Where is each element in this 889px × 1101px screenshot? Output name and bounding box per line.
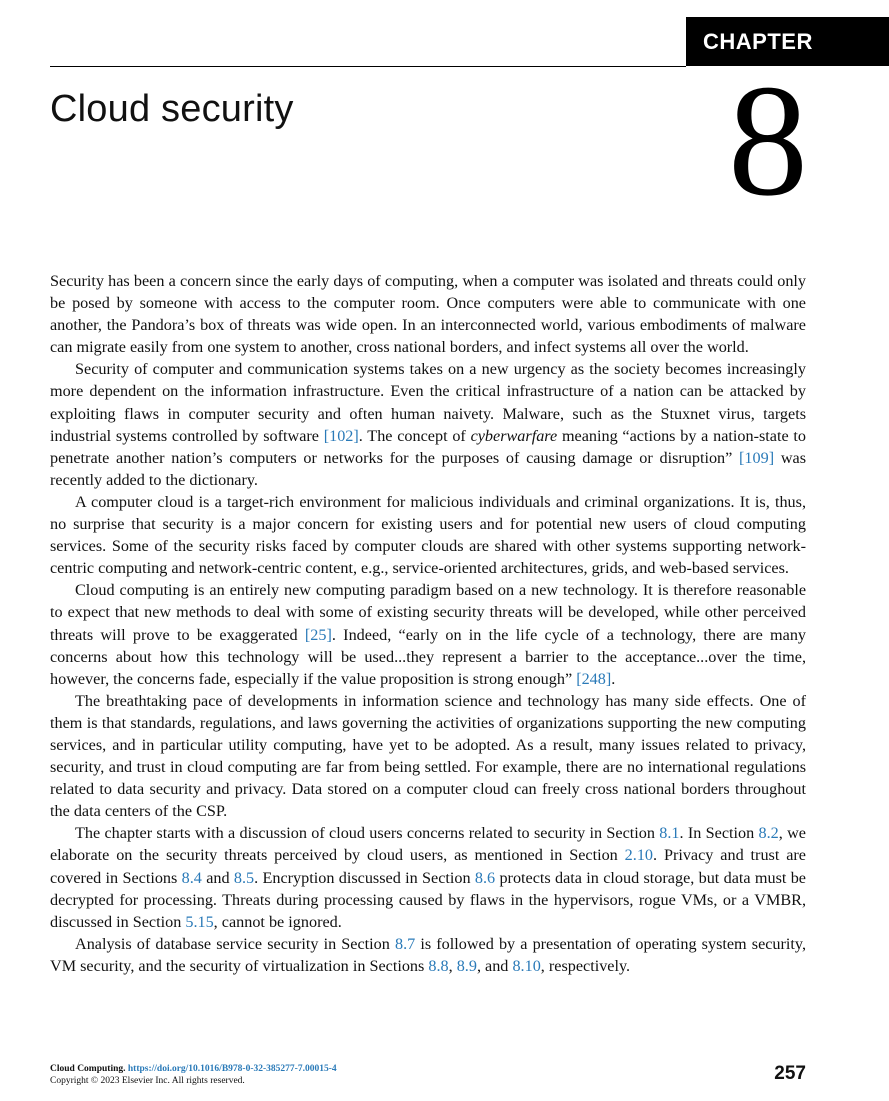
paragraph-text: , respectively. [540,956,631,975]
chapter-title: Cloud security [50,88,294,130]
paragraph-text: , and [476,956,513,975]
reference-link[interactable]: 8.8 [428,957,448,975]
chapter-body: Security has been a concern since the ea… [50,270,806,977]
reference-link[interactable]: 8.5 [234,869,254,887]
chapter-number: 8 [728,51,808,229]
book-title: Cloud Computing. [50,1064,126,1074]
paragraph-text: . Encryption discussed in Section [254,868,475,887]
paragraph-text: , [448,956,457,975]
doi-link[interactable]: https://doi.org/10.1016/B978-0-32-385277… [128,1064,337,1074]
paragraph-text: , cannot be ignored. [213,912,342,931]
header-rule [50,66,686,67]
reference-link[interactable]: [109] [739,449,774,467]
paragraph-text: . [611,669,616,688]
page-number: 257 [774,1063,806,1084]
paragraph-text: A computer cloud is a target-rich enviro… [50,492,806,578]
body-paragraph: Security of computer and communication s… [50,358,806,491]
paragraph-text: . In Section [679,824,759,843]
paragraph-text: . The concept of [358,426,471,445]
reference-link[interactable]: [248] [576,670,611,688]
reference-link[interactable]: 8.6 [475,869,495,887]
footer: Cloud Computing. https://doi.org/10.1016… [50,1063,337,1087]
paragraph-text: The breathtaking pace of developments in… [50,691,806,821]
emphasized-term: cyberwar­fare [470,426,558,445]
body-paragraph: The chapter starts with a discussion of … [50,822,806,932]
body-paragraph: Security has been a concern since the ea… [50,270,806,358]
reference-link[interactable]: 5.15 [185,913,213,931]
paragraph-text: Security has been a concern since the ea… [50,272,806,357]
body-paragraph: Analysis of database service security in… [50,933,806,977]
reference-link[interactable]: [25] [305,626,332,644]
reference-link[interactable]: 8.9 [457,957,477,975]
reference-link[interactable]: [102] [324,427,359,445]
reference-link[interactable]: 8.2 [759,824,779,842]
paragraph-text: Analysis of database service security in… [75,934,395,953]
reference-link[interactable]: 8.7 [395,935,415,953]
body-paragraph: Cloud computing is an entirely new compu… [50,579,806,689]
paragraph-text: and [201,868,234,887]
paragraph-text: The chapter starts with a discussion of … [75,824,660,843]
reference-link[interactable]: 8.10 [512,957,540,975]
reference-link[interactable]: 8.1 [659,824,679,842]
reference-link[interactable]: 8.4 [182,869,202,887]
reference-link[interactable]: 2.10 [625,846,653,864]
body-paragraph: A computer cloud is a target-rich enviro… [50,491,806,579]
copyright-notice: Copyright © 2023 Elsevier Inc. All right… [50,1076,245,1086]
body-paragraph: The breathtaking pace of developments in… [50,690,806,823]
